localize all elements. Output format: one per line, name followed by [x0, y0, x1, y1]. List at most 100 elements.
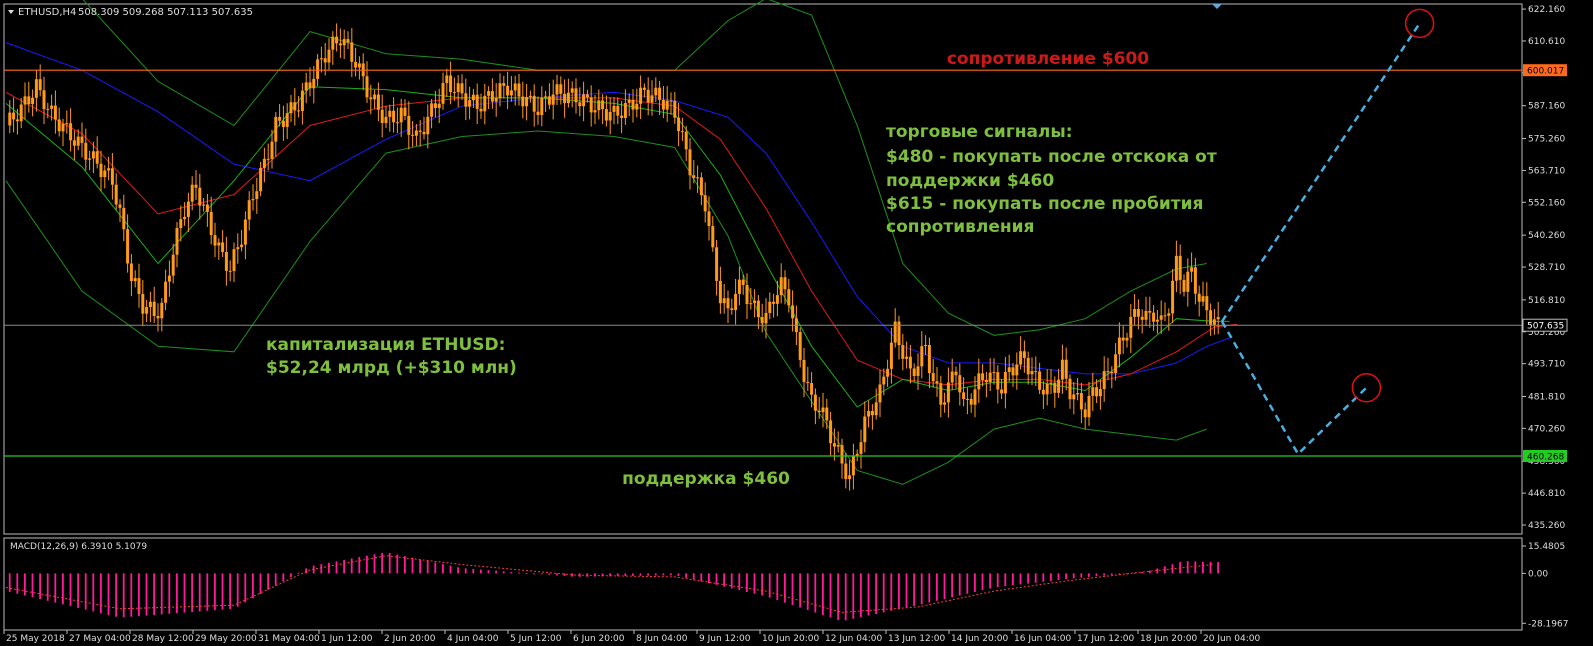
candle-body — [471, 94, 475, 101]
candle-body — [832, 443, 836, 447]
macd-bar — [974, 573, 976, 592]
candle-body — [699, 177, 703, 196]
candle-body — [593, 110, 597, 113]
candle-body — [646, 89, 650, 103]
candle-body — [912, 368, 916, 376]
candle-body — [639, 87, 643, 104]
candle-body — [905, 356, 909, 359]
time-tick-label: 17 Jun 12:00 — [1077, 634, 1134, 644]
candle-body — [574, 88, 578, 103]
macd-bar — [335, 561, 338, 574]
macd-bar — [1202, 561, 1204, 574]
candle-body — [384, 116, 388, 124]
candle-body — [1171, 280, 1175, 314]
macd-bar — [487, 570, 490, 574]
macd-bar — [77, 573, 79, 608]
macd-bar — [434, 562, 437, 574]
macd-bar — [875, 573, 877, 614]
candle-body — [179, 219, 183, 228]
candle-body — [449, 75, 453, 93]
candle-body — [908, 356, 912, 369]
candle-body — [608, 111, 612, 121]
candle-body — [1015, 364, 1019, 376]
candle-body — [175, 227, 179, 255]
macd-bar — [229, 573, 231, 610]
candle-body — [293, 102, 297, 111]
candle-body — [12, 112, 16, 120]
candle-body — [380, 109, 384, 124]
candle-body — [31, 97, 35, 105]
candle-body — [221, 242, 225, 252]
time-tick-label: 1 Jun 12:00 — [321, 634, 373, 644]
price-tick-label: 470.260 — [1528, 424, 1565, 434]
macd-bar — [730, 573, 733, 589]
candle-body — [927, 344, 931, 374]
macd-bar — [244, 573, 247, 603]
candle-body — [126, 229, 130, 264]
candle-body — [665, 100, 669, 110]
candle-body — [772, 301, 776, 304]
candle-body — [1083, 409, 1087, 418]
macd-bar — [510, 571, 513, 574]
price-tick-label: 587.160 — [1528, 102, 1565, 112]
candle-body — [642, 87, 646, 90]
macd-bar — [1095, 573, 1098, 577]
candle-body — [281, 120, 285, 127]
candle-body — [532, 95, 536, 112]
candle-body — [414, 130, 418, 136]
candle-body — [110, 168, 114, 185]
candle-body — [1095, 387, 1099, 397]
macd-bar — [69, 573, 72, 607]
candle-body — [141, 294, 145, 314]
candle-body — [1072, 394, 1076, 400]
macd-bar — [214, 573, 216, 611]
candle-body — [1133, 309, 1137, 317]
candle-body — [544, 96, 548, 98]
macd-bar — [761, 573, 763, 596]
candle-body — [300, 90, 304, 112]
price-tick-label: 552.160 — [1528, 198, 1565, 208]
candle-body — [806, 381, 810, 384]
candle-body — [209, 211, 213, 236]
macd-bar — [533, 573, 535, 575]
candle-body — [734, 293, 738, 311]
candle-body — [468, 100, 472, 107]
candle-body — [965, 398, 969, 400]
candle-body — [27, 96, 31, 105]
candle-body — [460, 83, 464, 94]
macd-bar — [328, 562, 330, 574]
macd-bar — [107, 573, 110, 615]
candle-body — [1201, 296, 1205, 302]
candle-body — [251, 199, 255, 201]
macd-bar — [1217, 562, 1219, 574]
price-tick-label: 435.260 — [1528, 521, 1565, 531]
candle-body — [1212, 319, 1216, 325]
macd-bar — [981, 573, 984, 591]
macd-bar — [472, 568, 475, 574]
resistance-annotation: сопротивление $600 — [947, 49, 1149, 69]
candle-body — [1155, 319, 1159, 322]
macd-bar — [989, 573, 991, 589]
candle-body — [34, 79, 38, 98]
candle-body — [631, 99, 635, 110]
candle-body — [323, 58, 327, 63]
candle-body — [350, 42, 354, 62]
macd-bar — [860, 573, 862, 618]
candle-body — [779, 277, 783, 296]
candle-body — [726, 298, 730, 309]
candle-body — [677, 117, 681, 132]
macd-bar — [1004, 573, 1007, 587]
candle-body — [844, 463, 848, 480]
candle-body — [1205, 296, 1209, 311]
candle-body — [547, 96, 551, 105]
macd-bar — [548, 573, 551, 575]
signal-2-line-2: сопротивления — [886, 217, 1034, 237]
macd-bar — [320, 564, 323, 574]
macd-bar — [39, 573, 41, 600]
candle-body — [1136, 309, 1140, 317]
candle-body — [969, 398, 973, 405]
candle-body — [118, 204, 122, 208]
macd-bar — [145, 573, 148, 616]
macd-bar — [951, 573, 953, 598]
price-tick-label: 493.710 — [1528, 360, 1565, 370]
